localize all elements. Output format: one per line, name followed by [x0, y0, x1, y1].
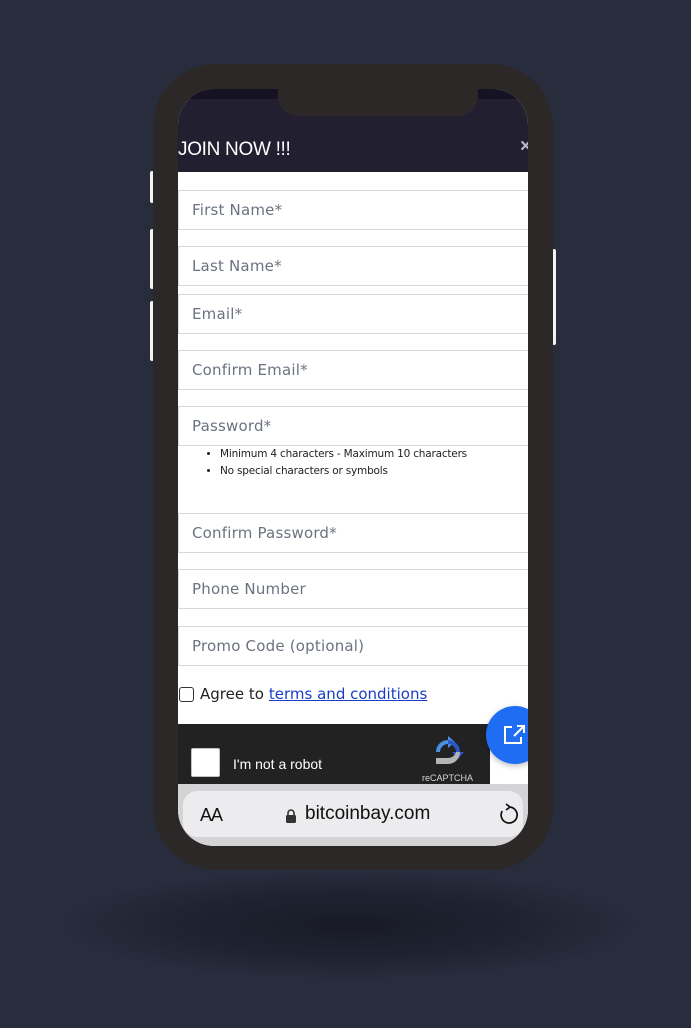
recaptcha-logo-icon — [436, 736, 464, 764]
address-field[interactable]: AA bitcoinbay.com — [183, 791, 523, 837]
phone-shadow — [60, 870, 640, 980]
password-field[interactable]: Password* — [178, 406, 528, 446]
password-requirements: Minimum 4 characters - Maximum 10 charac… — [200, 446, 467, 480]
external-link-icon — [504, 725, 525, 744]
lock-icon — [286, 809, 296, 823]
last-name-field[interactable]: Last Name* — [178, 246, 528, 286]
close-button[interactable]: × — [520, 136, 528, 158]
terms-label: Agree to — [200, 685, 264, 703]
password-hint: No special characters or symbols — [220, 463, 467, 480]
recaptcha-checkbox[interactable] — [191, 748, 220, 777]
phone-number-field[interactable]: Phone Number — [178, 569, 528, 609]
confirm-password-field[interactable]: Confirm Password* — [178, 513, 528, 553]
modal-title: JOIN NOW !!! — [178, 139, 291, 160]
terms-link[interactable]: terms and conditions — [269, 685, 427, 703]
url-text: bitcoinbay.com — [305, 803, 431, 824]
terms-checkbox[interactable] — [179, 686, 194, 702]
phone-notch — [278, 89, 478, 116]
email-field[interactable]: Email* — [178, 294, 528, 334]
text-size-button[interactable]: AA — [200, 805, 223, 826]
password-hint: Minimum 4 characters - Maximum 10 charac… — [220, 446, 467, 463]
terms-row: Agree to terms and conditions — [178, 685, 427, 703]
first-name-field[interactable]: First Name* — [178, 190, 528, 230]
reload-icon[interactable] — [499, 803, 519, 825]
confirm-email-field[interactable]: Confirm Email* — [178, 350, 528, 390]
phone-frame: JOIN NOW !!! × First Name* Last Name* Em… — [153, 64, 553, 870]
browser-url-bar: AA bitcoinbay.com — [178, 784, 528, 846]
promo-code-field[interactable]: Promo Code (optional) — [178, 626, 528, 666]
external-link-button[interactable] — [486, 706, 528, 764]
phone-screen: JOIN NOW !!! × First Name* Last Name* Em… — [178, 89, 528, 846]
recaptcha-brand: reCAPTCHA — [422, 773, 474, 783]
recaptcha-label: I'm not a robot — [233, 756, 323, 772]
